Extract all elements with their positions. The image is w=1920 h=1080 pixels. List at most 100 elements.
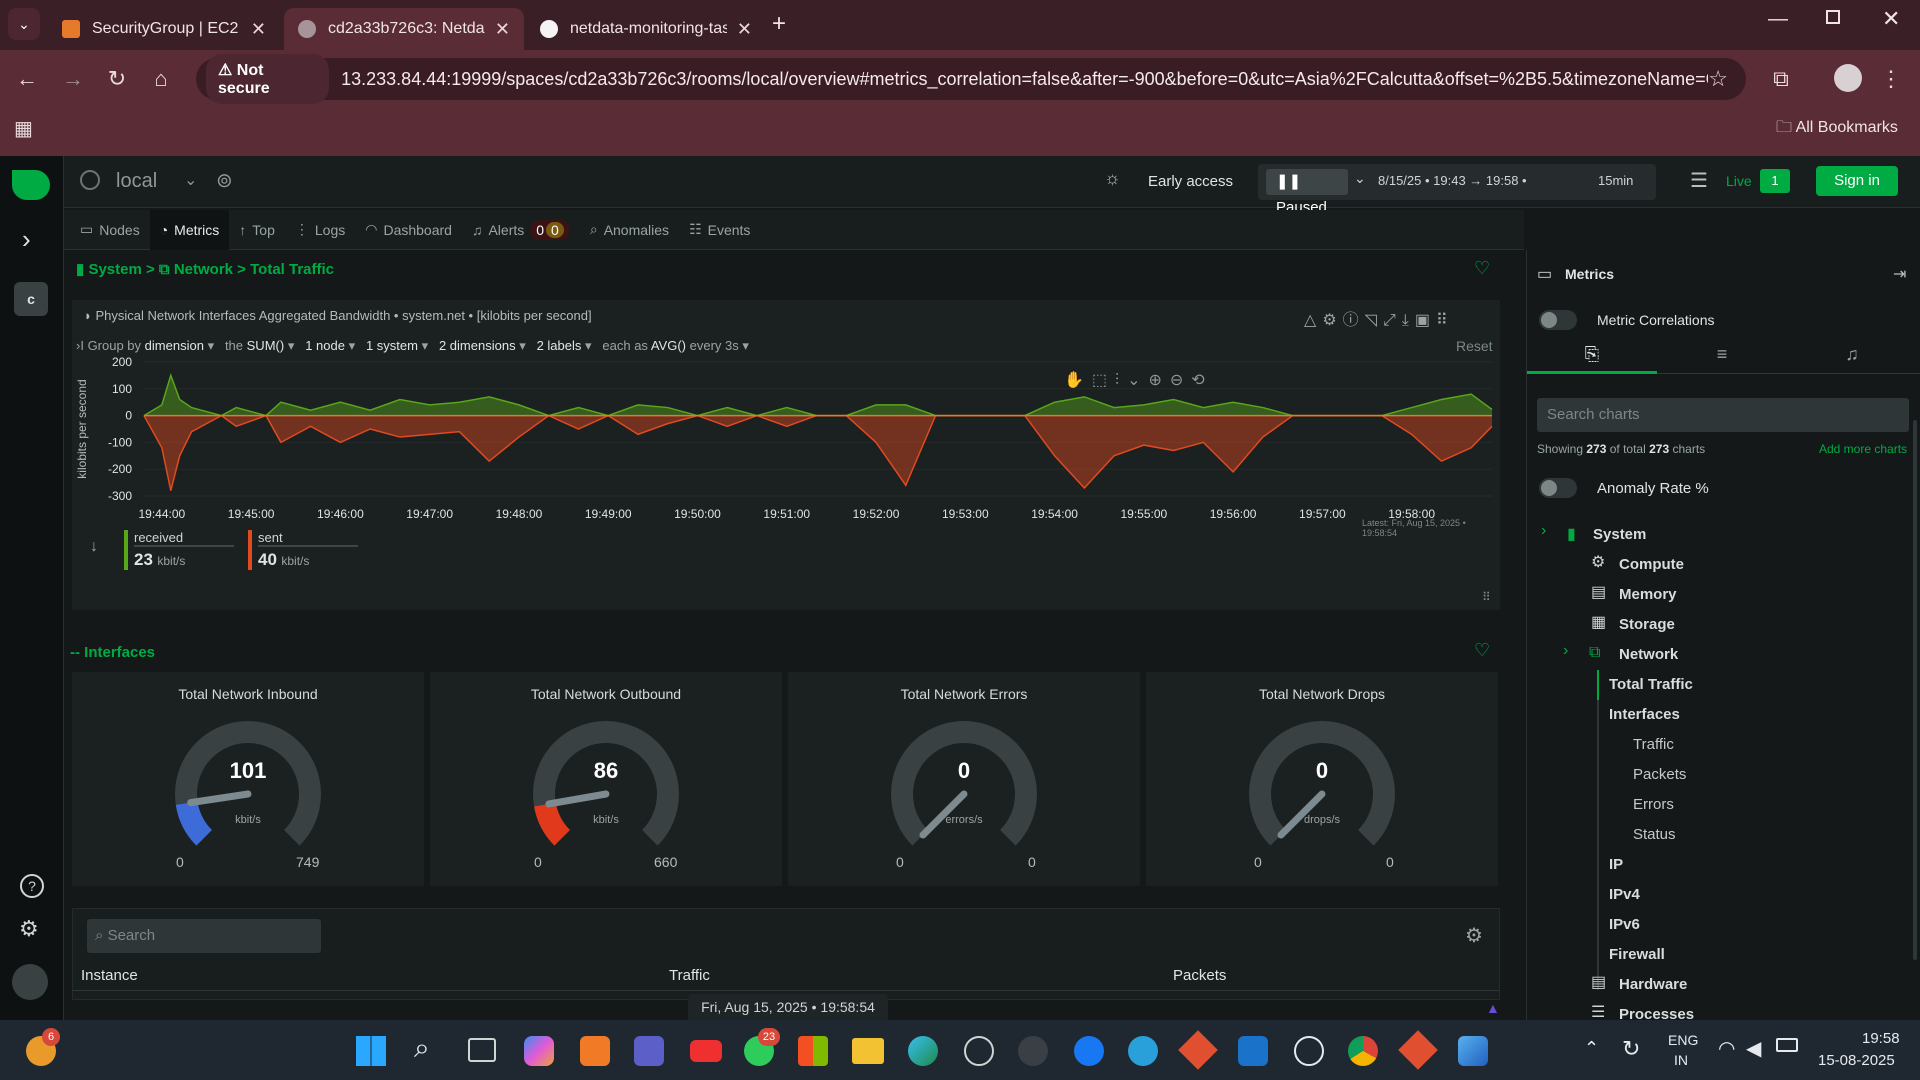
browser-tab-github[interactable]: netdata-monitoring-task7/Scre ✕ xyxy=(526,8,766,50)
lightbulb-icon[interactable]: ☼ xyxy=(1104,168,1121,189)
facebook-icon[interactable] xyxy=(1074,1036,1104,1066)
drag-handle-icon[interactable]: ⠿ xyxy=(1436,312,1454,329)
fullscreen-icon[interactable]: ⤢ xyxy=(1383,312,1402,329)
xampp-icon[interactable] xyxy=(580,1036,610,1066)
expand-chevron-icon[interactable]: › xyxy=(22,224,31,255)
store-icon[interactable] xyxy=(798,1036,828,1066)
time-agg-dropdown[interactable]: AVG() xyxy=(651,338,686,353)
search-charts-input[interactable]: Search charts xyxy=(1537,398,1909,432)
chevron-right-icon[interactable]: › xyxy=(1541,522,1546,540)
group-by-dropdown[interactable]: dimension xyxy=(145,338,204,353)
systems-dropdown[interactable]: 1 system xyxy=(366,338,418,353)
not-secure-badge[interactable]: ⚠ Not secure xyxy=(206,54,330,104)
git-icon[interactable] xyxy=(1178,1030,1218,1070)
tree-item-processes[interactable]: Processes xyxy=(1619,1006,1694,1020)
column-traffic[interactable]: Traffic xyxy=(669,967,710,984)
new-tab-button[interactable]: + xyxy=(772,10,786,38)
volume-icon[interactable]: ◀ xyxy=(1746,1036,1761,1061)
chatgpt-icon[interactable] xyxy=(1294,1036,1324,1066)
tree-item-compute[interactable]: Compute xyxy=(1619,556,1684,573)
tab-search-button[interactable]: ⌄ xyxy=(8,8,40,40)
tree-item-ipv4[interactable]: IPv4 xyxy=(1609,886,1640,903)
netdata-logo[interactable] xyxy=(12,170,50,200)
breadcrumb-system[interactable]: System xyxy=(88,261,141,278)
settings-icon[interactable]: ⚙ xyxy=(19,916,39,942)
metric-correlations-toggle[interactable] xyxy=(1539,310,1577,330)
profile-avatar[interactable] xyxy=(1834,64,1862,92)
tab-nodes[interactable]: ▭ Nodes xyxy=(70,210,150,250)
tab-logs[interactable]: ⋮ Logs xyxy=(285,210,355,250)
chevron-right-icon[interactable]: › xyxy=(1563,642,1568,660)
filters-toggle-icon[interactable]: ›I xyxy=(76,338,88,353)
aggregation-dropdown[interactable]: SUM() xyxy=(247,338,285,353)
tree-item-traffic[interactable]: Traffic xyxy=(1633,736,1674,753)
git-gui-icon[interactable] xyxy=(1398,1030,1438,1070)
panel-toggle-icon[interactable]: ☰ xyxy=(1690,168,1708,193)
alerts-tab-icon[interactable]: ♫ xyxy=(1787,338,1917,374)
bandwidth-chart-svg[interactable]: 200 100 0 -100 -200 -300 kilobits per second 19… xyxy=(72,356,1500,546)
info-icon[interactable]: ⓘ xyxy=(1343,312,1365,329)
tab-alerts[interactable]: ♫ Alerts 0 0 xyxy=(462,210,580,250)
resize-handle-icon[interactable]: ⠿ xyxy=(1482,590,1491,604)
task-view-icon[interactable] xyxy=(468,1038,496,1062)
tree-item-interfaces[interactable]: Interfaces xyxy=(1609,706,1680,723)
tree-item-firewall[interactable]: Firewall xyxy=(1609,946,1665,963)
close-window-button[interactable]: ✕ xyxy=(1882,6,1900,32)
file-explorer-icon[interactable] xyxy=(852,1038,884,1064)
tab-events[interactable]: ☷ Events xyxy=(679,210,760,250)
close-icon[interactable]: ✕ xyxy=(251,19,266,40)
copilot-icon[interactable] xyxy=(524,1036,554,1066)
scrollbar[interactable] xyxy=(1913,420,1917,960)
teams-icon[interactable] xyxy=(634,1036,664,1066)
menu-icon[interactable]: ⋮ xyxy=(1876,64,1906,94)
tree-item-ip[interactable]: IP xyxy=(1609,856,1623,873)
room-selector[interactable]: local xyxy=(116,170,157,193)
photos-icon[interactable] xyxy=(1458,1036,1488,1066)
table-search-input[interactable]: ⌕ Search xyxy=(87,919,321,953)
all-bookmarks[interactable]: 🗀 All Bookmarks xyxy=(1776,116,1898,143)
chart-type-icon[interactable]: ◹ xyxy=(1365,312,1383,329)
tree-item-network[interactable]: Network xyxy=(1619,646,1678,663)
pause-button[interactable]: ❚❚ Paused xyxy=(1266,169,1348,216)
browser-tab-netdata[interactable]: cd2a33b726c3: Netdata Agent C ✕ xyxy=(284,8,524,50)
star-icon[interactable]: ☆ xyxy=(1708,66,1728,92)
tab-anomalies[interactable]: ⌕ Anomalies xyxy=(580,210,679,250)
apps-grid-icon[interactable]: ▦ xyxy=(14,116,33,141)
browser-tab-ec2[interactable]: SecurityGroup | EC2 | ap-south- ✕ xyxy=(48,8,280,50)
tree-item-hardware[interactable]: Hardware xyxy=(1619,976,1687,993)
breadcrumb-network[interactable]: Network xyxy=(174,261,233,278)
clock-date[interactable]: 15-08-2025 xyxy=(1818,1052,1895,1069)
arrow-down-icon[interactable]: ↓ xyxy=(90,538,98,556)
gear-icon[interactable]: ⊚ xyxy=(216,168,233,193)
heart-icon[interactable]: ♡ xyxy=(1474,640,1490,661)
reload-button[interactable]: ↻ xyxy=(102,64,132,94)
sign-in-button[interactable]: Sign in xyxy=(1816,166,1898,196)
tree-item-memory[interactable]: Memory xyxy=(1619,586,1677,603)
user-avatar[interactable] xyxy=(12,964,48,1000)
close-icon[interactable]: ✕ xyxy=(737,19,752,40)
battery-icon[interactable] xyxy=(1776,1038,1798,1052)
legend-sent[interactable]: sent 40 kbit/s xyxy=(248,530,358,570)
triangle-icon[interactable]: ▲ xyxy=(1486,1000,1500,1016)
space-badge[interactable]: c xyxy=(14,282,48,316)
alert-icon[interactable]: △ xyxy=(1304,312,1322,329)
tree-item-ipv6[interactable]: IPv6 xyxy=(1609,916,1640,933)
chevron-down-icon[interactable]: ⌄ xyxy=(1354,170,1366,187)
region-indicator[interactable]: IN xyxy=(1674,1052,1688,1068)
add-more-charts-link[interactable]: Add more charts xyxy=(1819,442,1907,456)
reset-button[interactable]: Reset xyxy=(1456,338,1493,354)
legend-received[interactable]: received 23 kbit/s xyxy=(124,530,234,570)
youtube-icon[interactable] xyxy=(690,1040,722,1062)
telegram-icon[interactable] xyxy=(1128,1036,1158,1066)
labels-dropdown[interactable]: 2 labels xyxy=(537,338,582,353)
live-label[interactable]: Live xyxy=(1726,173,1752,189)
outlook-icon[interactable] xyxy=(1238,1036,1268,1066)
chevron-down-icon[interactable]: ⌄ xyxy=(184,170,197,190)
tree-item-errors[interactable]: Errors xyxy=(1633,796,1674,813)
chevron-up-icon[interactable]: ⌃ xyxy=(1584,1038,1599,1059)
sync-icon[interactable]: ↻ xyxy=(1622,1036,1640,1062)
early-access-label[interactable]: Early access xyxy=(1148,173,1233,190)
download-icon[interactable]: ⤓ xyxy=(1402,312,1415,329)
tree-item-status[interactable]: Status xyxy=(1633,826,1676,843)
heart-icon[interactable]: ♡ xyxy=(1474,258,1490,279)
